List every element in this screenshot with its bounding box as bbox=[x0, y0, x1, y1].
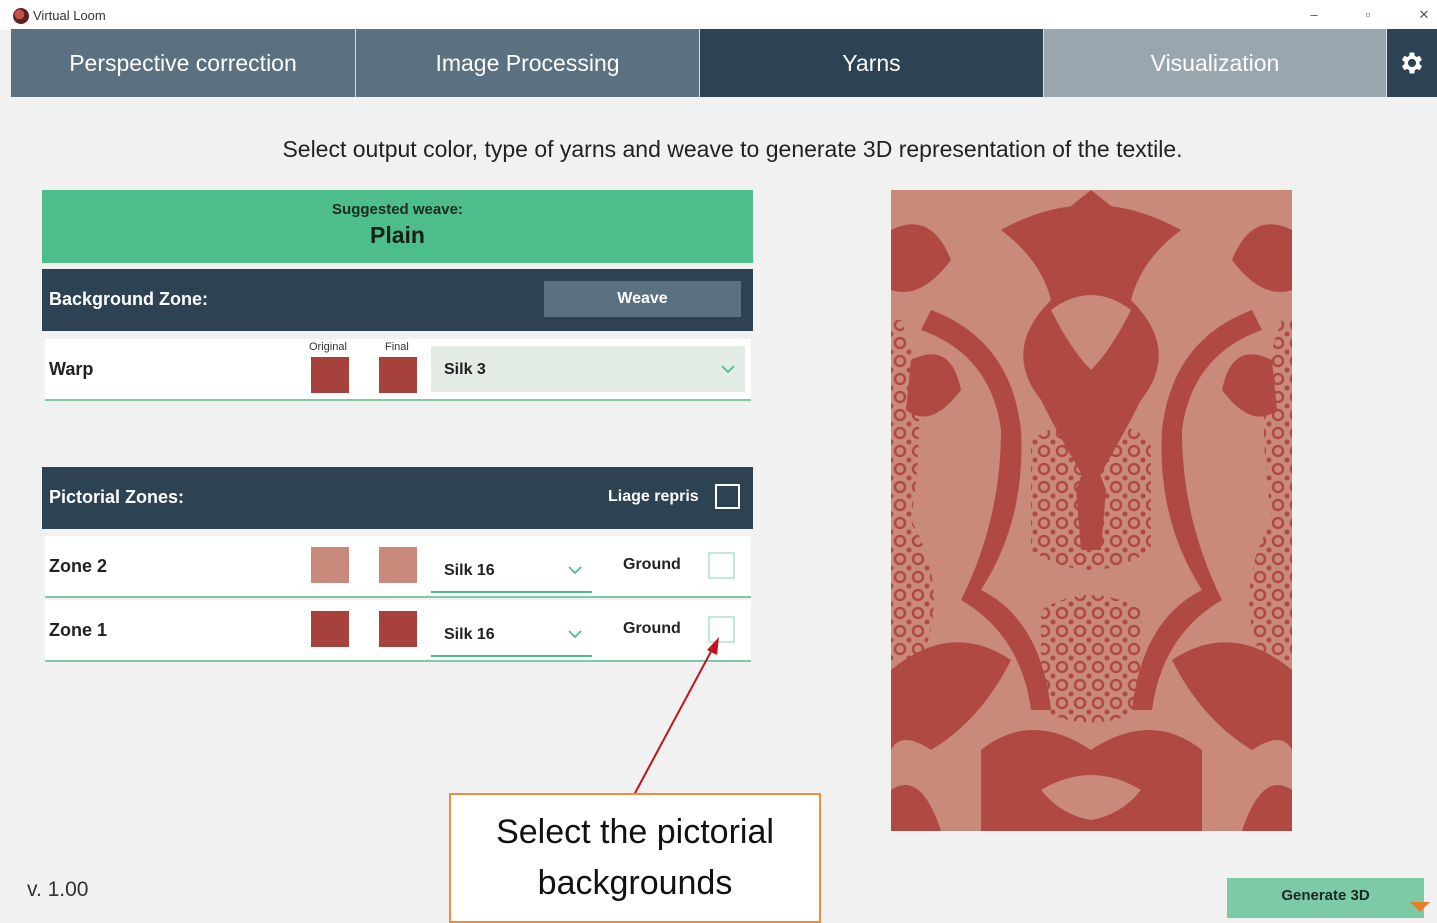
original-color-label: Original bbox=[309, 341, 347, 353]
close-button[interactable]: ✕ bbox=[1404, 4, 1437, 26]
tab-visualization[interactable]: Visualization bbox=[1044, 29, 1387, 97]
corner-marker-icon bbox=[1410, 902, 1430, 912]
app-logo-icon bbox=[13, 8, 29, 24]
final-color-label: Final bbox=[385, 341, 409, 353]
textile-preview-image bbox=[891, 190, 1292, 831]
warp-final-swatch[interactable] bbox=[379, 357, 417, 393]
zone-2-final-swatch[interactable] bbox=[379, 547, 417, 583]
warp-label: Warp bbox=[49, 359, 94, 379]
zone-2-original-swatch bbox=[311, 547, 349, 583]
suggested-weave-label: Suggested weave: bbox=[332, 201, 463, 218]
warp-yarn-value: Silk 3 bbox=[444, 361, 486, 378]
zone-1-original-swatch bbox=[311, 611, 349, 647]
title-bar: Virtual Loom – ▫ ✕ bbox=[0, 0, 1437, 30]
annotation-callout: Select the pictorial backgrounds bbox=[449, 793, 821, 923]
background-zone-title: Background Zone: bbox=[49, 289, 209, 309]
annotation-line-1: Select the pictorial bbox=[496, 813, 774, 851]
tab-image-processing[interactable]: Image Processing bbox=[356, 29, 700, 97]
warp-yarn-dropdown[interactable]: Silk 3 bbox=[431, 346, 745, 392]
zone-2-row: Zone 2 Silk 16 Ground bbox=[45, 536, 751, 598]
zone-2-ground-label: Ground bbox=[623, 556, 681, 573]
main-tabs: Perspective correction Image Processing … bbox=[11, 29, 1437, 97]
restore-button[interactable]: ▫ bbox=[1348, 4, 1388, 26]
zone-2-yarn-dropdown[interactable]: Silk 16 bbox=[431, 547, 592, 593]
zone-1-row: Zone 1 Silk 16 Ground bbox=[45, 600, 751, 662]
suggested-weave-panel: Suggested weave: Plain bbox=[42, 190, 753, 263]
zone-1-ground-label: Ground bbox=[623, 620, 681, 637]
chevron-down-icon bbox=[721, 365, 735, 374]
zone-2-yarn-value: Silk 16 bbox=[444, 562, 495, 579]
minimize-button[interactable]: – bbox=[1294, 4, 1334, 26]
zone-1-yarn-value: Silk 16 bbox=[444, 626, 495, 643]
zone-1-yarn-dropdown[interactable]: Silk 16 bbox=[431, 611, 592, 657]
warp-row: Warp Original Final Silk 3 bbox=[45, 339, 751, 401]
settings-button[interactable] bbox=[1387, 29, 1437, 97]
version-label: v. 1.00 bbox=[27, 878, 89, 901]
generate-3d-button[interactable]: Generate 3D bbox=[1227, 878, 1424, 918]
tab-perspective-correction[interactable]: Perspective correction bbox=[11, 29, 356, 97]
background-zone-header: Background Zone: Weave bbox=[42, 269, 753, 331]
zone-1-final-swatch[interactable] bbox=[379, 611, 417, 647]
liage-repris-checkbox[interactable] bbox=[715, 484, 740, 509]
chevron-down-icon bbox=[568, 630, 582, 639]
tab-yarns[interactable]: Yarns bbox=[700, 29, 1044, 97]
zone-2-ground-checkbox[interactable] bbox=[708, 552, 735, 579]
weave-button[interactable]: Weave bbox=[544, 281, 741, 317]
window-title: Virtual Loom bbox=[33, 8, 106, 23]
zone-1-ground-checkbox[interactable] bbox=[708, 616, 735, 643]
zone-1-label: Zone 1 bbox=[49, 620, 108, 640]
instruction-text: Select output color, type of yarns and w… bbox=[282, 136, 1183, 162]
chevron-down-icon bbox=[568, 566, 582, 575]
pictorial-zones-title: Pictorial Zones: bbox=[49, 487, 185, 507]
liage-repris-label: Liage repris bbox=[608, 488, 699, 505]
warp-original-swatch bbox=[311, 357, 349, 393]
gear-icon bbox=[1401, 52, 1423, 74]
suggested-weave-value: Plain bbox=[370, 222, 425, 248]
zone-2-label: Zone 2 bbox=[49, 556, 108, 576]
annotation-line-2: backgrounds bbox=[537, 864, 733, 902]
pictorial-zones-header: Pictorial Zones: Liage repris bbox=[42, 467, 753, 529]
